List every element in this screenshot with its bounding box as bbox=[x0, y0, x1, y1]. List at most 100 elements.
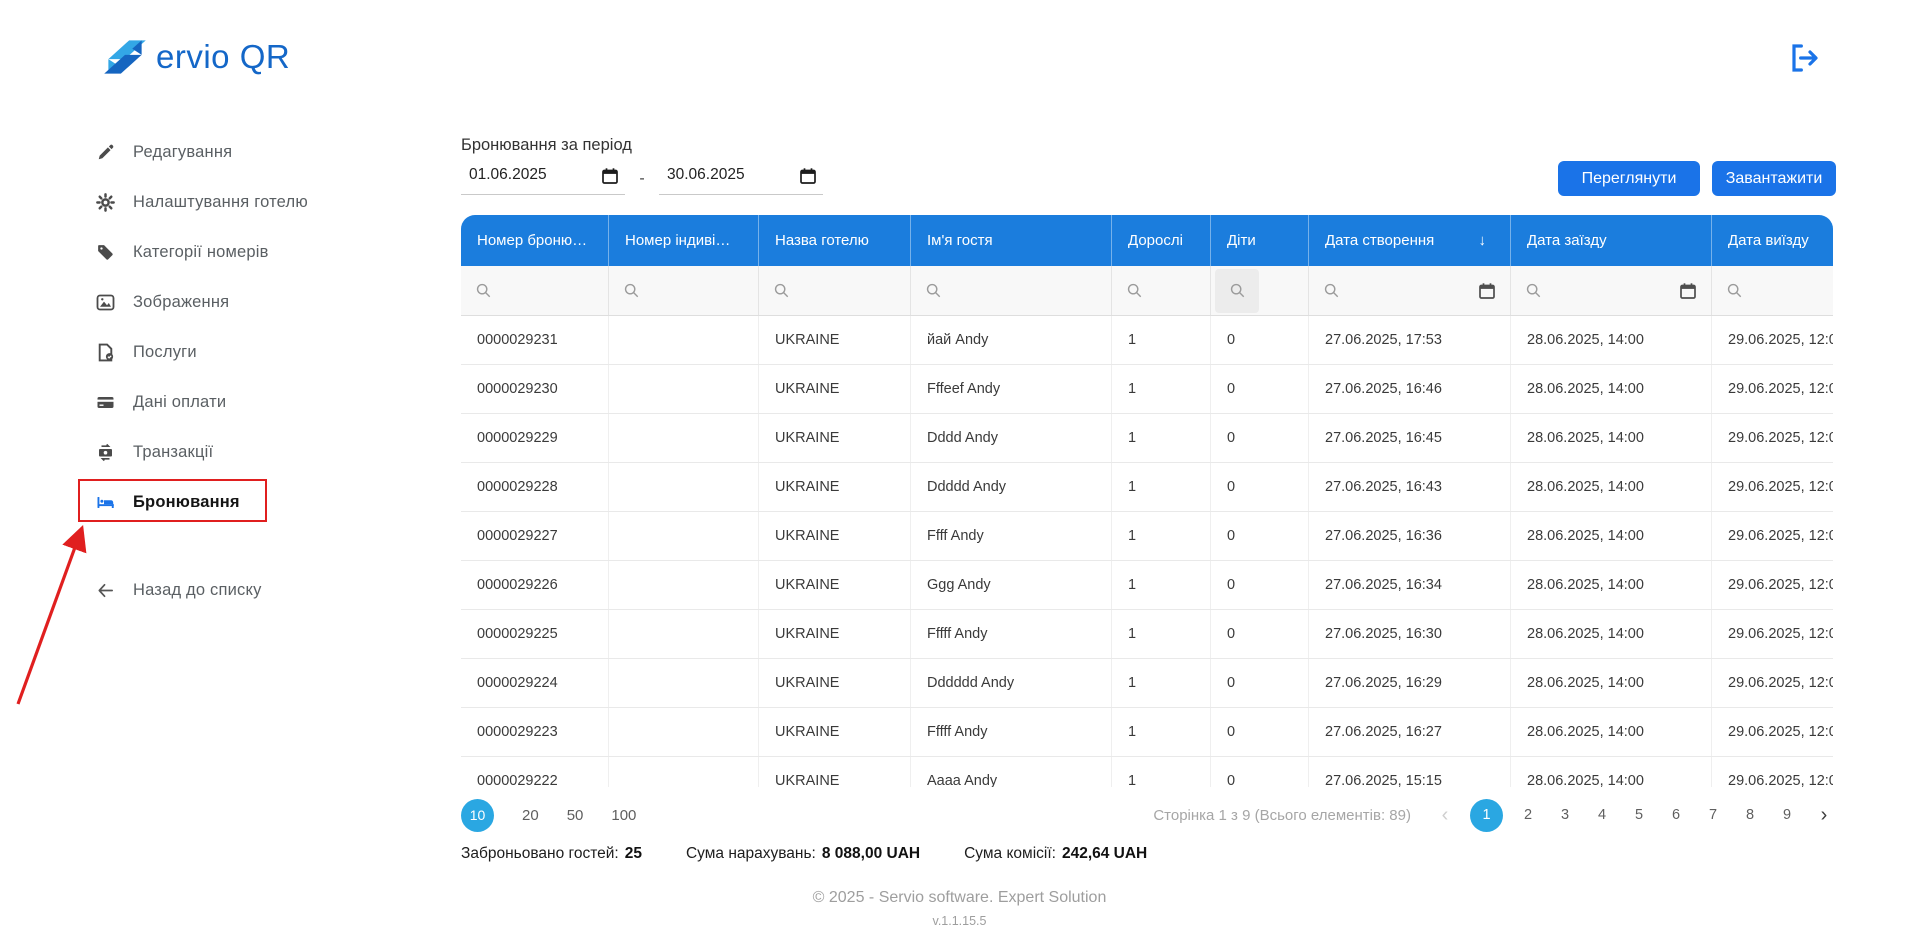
table-cell: Ggg Andy bbox=[910, 561, 1111, 609]
table-cell: 27.06.2025, 16:30 bbox=[1308, 610, 1510, 658]
column-header-9[interactable]: Дата виїзду bbox=[1711, 215, 1833, 266]
sidebar-item-Послуги[interactable]: Послуги bbox=[95, 327, 375, 377]
filter-cell-8[interactable] bbox=[1510, 266, 1711, 315]
column-header-label: Дата заїзду bbox=[1527, 232, 1607, 249]
page-number-4[interactable]: 4 bbox=[1590, 807, 1614, 823]
filter-cell-1[interactable] bbox=[461, 266, 608, 315]
table-row[interactable]: 0000029231UKRAINEйай Andy1027.06.2025, 1… bbox=[461, 316, 1833, 365]
table-row[interactable]: 0000029226UKRAINEGgg Andy1027.06.2025, 1… bbox=[461, 561, 1833, 610]
table-cell: 27.06.2025, 16:46 bbox=[1308, 365, 1510, 413]
sidebar-item-Бронювання[interactable]: Бронювання bbox=[95, 477, 375, 527]
page-size-50[interactable]: 50 bbox=[567, 807, 584, 824]
column-header-8[interactable]: Дата заїзду bbox=[1510, 215, 1711, 266]
view-button[interactable]: Переглянути bbox=[1558, 161, 1700, 196]
column-header-3[interactable]: Назва готелю bbox=[758, 215, 910, 266]
calendar-icon[interactable] bbox=[601, 167, 619, 185]
sidebar-item-label: Налаштування готелю bbox=[133, 193, 308, 212]
footer-copyright: © 2025 - Servio software. Expert Solutio… bbox=[0, 889, 1919, 907]
sidebar-item-label: Дані оплати bbox=[133, 393, 226, 412]
table-cell: 0 bbox=[1210, 610, 1308, 658]
total-item: Сума нарахувань:8 088,00 UAH bbox=[686, 845, 920, 863]
search-icon bbox=[1323, 282, 1340, 299]
table-cell bbox=[608, 316, 758, 364]
column-header-label: Дата виїзду bbox=[1728, 232, 1809, 249]
table-row[interactable]: 0000029223UKRAINEFffff Andy1027.06.2025,… bbox=[461, 708, 1833, 757]
search-icon bbox=[773, 282, 790, 299]
table-cell: 1 bbox=[1111, 512, 1210, 560]
table-cell: Aaaa Andy bbox=[910, 757, 1111, 787]
column-header-7[interactable]: Дата створення↓ bbox=[1308, 215, 1510, 266]
page-number-9[interactable]: 9 bbox=[1775, 807, 1799, 823]
date-from-field[interactable] bbox=[461, 162, 625, 195]
page-size-10[interactable]: 10 bbox=[461, 799, 494, 832]
page-size-100[interactable]: 100 bbox=[611, 807, 636, 824]
pagination-status: Сторінка 1 з 9 (Всього елементів: 89) bbox=[1153, 807, 1411, 824]
table-row[interactable]: 0000029230UKRAINEFffeef Andy1027.06.2025… bbox=[461, 365, 1833, 414]
page-number-3[interactable]: 3 bbox=[1553, 807, 1577, 823]
filter-cell-2[interactable] bbox=[608, 266, 758, 315]
table-row[interactable]: 0000029225UKRAINEFffff Andy1027.06.2025,… bbox=[461, 610, 1833, 659]
logo-text: ervio QR bbox=[156, 38, 290, 76]
filter-cell-4[interactable] bbox=[910, 266, 1111, 315]
prev-page-icon[interactable]: ‹ bbox=[1433, 804, 1457, 827]
filter-cell-5[interactable] bbox=[1111, 266, 1210, 315]
page-number-7[interactable]: 7 bbox=[1701, 807, 1725, 823]
table-cell: 28.06.2025, 14:00 bbox=[1510, 414, 1711, 462]
next-page-icon[interactable]: › bbox=[1812, 804, 1836, 827]
table-cell: 28.06.2025, 14:00 bbox=[1510, 659, 1711, 707]
table-cell: 0 bbox=[1210, 316, 1308, 364]
logout-icon[interactable] bbox=[1788, 42, 1820, 74]
page-size-20[interactable]: 20 bbox=[522, 807, 539, 824]
page-number-1[interactable]: 1 bbox=[1470, 799, 1503, 832]
sidebar-item-back-to-list[interactable]: Назад до списку bbox=[95, 565, 375, 615]
download-button[interactable]: Завантажити bbox=[1712, 161, 1836, 196]
filter-cell-9[interactable] bbox=[1711, 266, 1833, 315]
column-header-6[interactable]: Діти bbox=[1210, 215, 1308, 266]
column-header-label: Дорослі bbox=[1128, 232, 1183, 249]
table-cell: UKRAINE bbox=[758, 414, 910, 462]
date-to-field[interactable] bbox=[659, 162, 823, 195]
column-header-2[interactable]: Номер індиві… bbox=[608, 215, 758, 266]
total-item: Заброньовано гостей:25 bbox=[461, 845, 642, 863]
search-icon bbox=[623, 282, 640, 299]
filter-cell-6[interactable] bbox=[1210, 266, 1308, 315]
column-header-4[interactable]: Ім'я гостя bbox=[910, 215, 1111, 266]
table-cell: 0000029226 bbox=[461, 561, 608, 609]
table-row[interactable]: 0000029228UKRAINEDdddd Andy1027.06.2025,… bbox=[461, 463, 1833, 512]
sidebar-item-label: Транзакції bbox=[133, 443, 213, 462]
total-item: Сума комісії:242,64 UAH bbox=[964, 845, 1147, 863]
table-row[interactable]: 0000029227UKRAINEFfff Andy1027.06.2025, … bbox=[461, 512, 1833, 561]
footer-version: v.1.1.15.5 bbox=[0, 914, 1919, 928]
sidebar-item-Редагування[interactable]: Редагування bbox=[95, 127, 375, 177]
payment-card-icon bbox=[95, 392, 115, 412]
total-label: Сума нарахувань: bbox=[686, 845, 816, 862]
sidebar-item-Дані оплати[interactable]: Дані оплати bbox=[95, 377, 375, 427]
search-icon bbox=[475, 282, 492, 299]
column-header-5[interactable]: Дорослі bbox=[1111, 215, 1210, 266]
search-icon bbox=[1726, 282, 1743, 299]
table-cell: Ddddd Andy bbox=[910, 463, 1111, 511]
table-row[interactable]: 0000029224UKRAINEDddddd Andy1027.06.2025… bbox=[461, 659, 1833, 708]
sidebar-item-Категорії номерів[interactable]: Категорії номерів bbox=[95, 227, 375, 277]
search-icon bbox=[1525, 282, 1542, 299]
column-header-1[interactable]: Номер броню… bbox=[461, 215, 608, 266]
page-number-8[interactable]: 8 bbox=[1738, 807, 1762, 823]
sidebar-item-Транзакції[interactable]: Транзакції bbox=[95, 427, 375, 477]
page-number-6[interactable]: 6 bbox=[1664, 807, 1688, 823]
table-cell: 0000029231 bbox=[461, 316, 608, 364]
table-row[interactable]: 0000029222UKRAINEAaaa Andy1027.06.2025, … bbox=[461, 757, 1833, 787]
bookings-table: Номер броню…Номер індиві…Назва готелюІм'… bbox=[461, 215, 1833, 787]
page-number-2[interactable]: 2 bbox=[1516, 807, 1540, 823]
table-cell: 1 bbox=[1111, 414, 1210, 462]
app-logo: ervio QR bbox=[98, 30, 290, 84]
filter-cell-3[interactable] bbox=[758, 266, 910, 315]
sidebar-item-Зображення[interactable]: Зображення bbox=[95, 277, 375, 327]
table-cell bbox=[608, 512, 758, 560]
table-row[interactable]: 0000029229UKRAINEDddd Andy1027.06.2025, … bbox=[461, 414, 1833, 463]
filter-cell-7[interactable] bbox=[1308, 266, 1510, 315]
calendar-icon[interactable] bbox=[799, 167, 817, 185]
table-cell: 0 bbox=[1210, 512, 1308, 560]
sort-desc-icon[interactable]: ↓ bbox=[1479, 232, 1503, 249]
sidebar-item-Налаштування готелю[interactable]: Налаштування готелю bbox=[95, 177, 375, 227]
page-number-5[interactable]: 5 bbox=[1627, 807, 1651, 823]
